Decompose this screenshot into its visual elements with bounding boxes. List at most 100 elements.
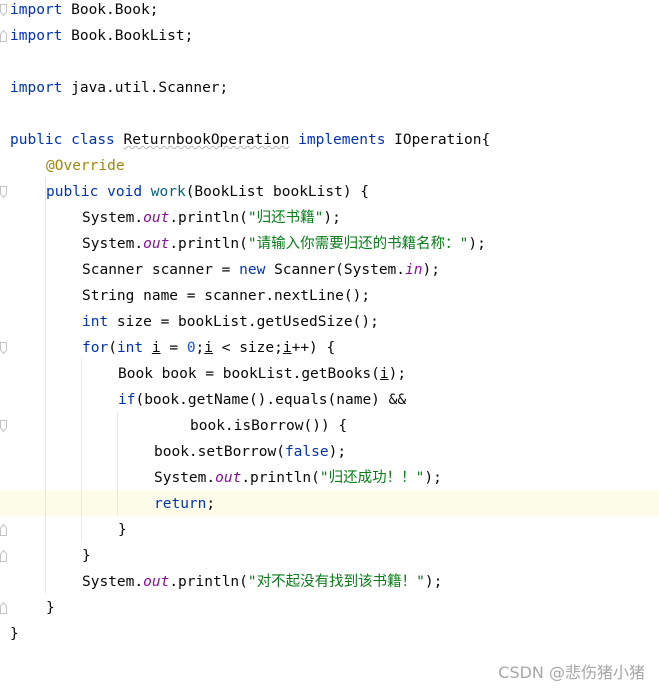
loop-variable: i [204,340,214,356]
keyword: import [10,2,63,18]
code-text: Scanner(System. [265,262,406,278]
code-text: ); [323,210,341,226]
fold-marker-icon[interactable] [0,342,7,354]
code-text: = [160,340,187,356]
keyword: void [107,184,143,200]
code-line[interactable]: public void work(BookList bookList) { [46,179,369,205]
code-text: book.setBorrow( [154,444,285,460]
code-line[interactable]: System.out.println("对不起没有找到该书籍！"); [82,569,442,595]
code-text: System. [82,236,144,252]
keyword: return [154,496,207,512]
number-literal: 0 [186,340,196,356]
code-line[interactable]: book.isBorrow()) { [190,413,347,439]
code-text: Book book = bookList.getBooks( [118,366,380,382]
static-field: out [215,470,242,486]
code-text: ); [388,366,407,382]
fold-gutter [0,0,10,691]
code-text: .println( [241,470,320,486]
code-text: } [46,600,55,616]
code-text: (book.getName().equals(name) && [135,392,407,408]
keyword: public [46,184,99,200]
keyword: public [10,132,63,148]
indent-guide [45,177,46,593]
code-line[interactable]: Scanner scanner = new Scanner(System.in)… [82,257,440,283]
fold-marker-icon[interactable] [0,602,7,614]
static-field: in [405,262,423,278]
loop-variable: i [379,366,389,382]
code-line[interactable]: import Book.Book; [10,0,158,23]
code-text: } [82,548,91,564]
keyword: int [116,340,144,356]
code-line[interactable]: import Book.BookList; [10,23,193,49]
keyword: implements [298,132,386,148]
fold-marker-icon[interactable] [0,550,7,562]
code-text: ++) { [291,340,336,356]
code-line[interactable]: } [46,595,55,621]
code-text: < size; [213,340,283,356]
code-text: Book.Book; [62,2,159,18]
fold-marker-icon[interactable] [0,524,7,536]
loop-variable: i [282,340,292,356]
code-line[interactable]: } [82,543,91,569]
code-line[interactable]: if(book.getName().equals(name) && [118,387,406,413]
string-literal: "请输入你需要归还的书籍名称：" [247,236,469,252]
code-line[interactable]: public class ReturnbookOperation impleme… [10,127,490,153]
current-line-highlight [0,490,659,516]
code-line[interactable]: System.out.println("请输入你需要归还的书籍名称："); [82,231,486,257]
code-text: .println( [169,236,248,252]
code-text: Scanner scanner = [82,262,240,278]
code-line[interactable]: @Override [46,153,125,179]
code-line[interactable]: for(int i = 0;i < size;i++) { [82,335,335,361]
keyword: import [10,28,63,44]
keyword: int [82,314,109,330]
code-text: ( [108,340,117,356]
code-line[interactable]: System.out.println("归还成功！！"); [154,465,442,491]
keyword: for [82,340,109,356]
code-text: (BookList bookList) { [185,184,370,200]
static-field: out [143,236,170,252]
code-line[interactable]: return; [154,491,215,517]
fold-marker-icon[interactable] [0,186,7,198]
loop-variable: i [151,340,161,356]
indent-guide [117,412,118,515]
watermark: CSDN @悲伤猪小猪 [498,663,645,682]
code-text: java.util.Scanner; [62,80,229,96]
static-field: out [143,574,170,590]
string-literal: "对不起没有找到该书籍！" [247,574,425,590]
code-line[interactable]: Book book = bookList.getBooks(i); [118,361,406,387]
keyword: if [118,392,136,408]
code-text: } [10,626,19,642]
string-literal: "归还成功！！" [319,470,425,486]
code-text: book.isBorrow()) { [190,418,348,434]
keyword: class [71,132,115,148]
code-text: .println( [169,574,248,590]
code-line[interactable]: book.setBorrow(false); [154,439,346,465]
code-line[interactable]: import java.util.Scanner; [10,75,228,101]
code-text: ); [424,574,443,590]
code-line[interactable]: int size = bookList.getUsedSize(); [82,309,379,335]
method-name: work [150,184,186,200]
code-text: ); [468,236,486,252]
code-editor[interactable]: import Book.Book; import Book.BookList; … [0,0,659,691]
class-name: ReturnbookOperation [123,132,290,148]
code-text: Book.BookList; [62,28,194,44]
code-text: ); [424,470,442,486]
fold-marker-icon[interactable] [0,30,7,42]
keyword: false [284,444,329,460]
keyword: import [10,80,63,96]
code-line[interactable]: System.out.println("归还书籍"); [82,205,341,231]
fold-marker-icon[interactable] [0,4,7,16]
code-line[interactable]: } [118,517,127,543]
code-text: } [118,522,127,538]
fold-marker-icon[interactable] [0,420,7,432]
code-line[interactable]: } [10,621,19,647]
code-text: ); [422,262,440,278]
code-line[interactable]: String name = scanner.nextLine(); [82,283,370,309]
code-text: String name = scanner.nextLine(); [82,288,371,304]
code-text: .println( [169,210,248,226]
